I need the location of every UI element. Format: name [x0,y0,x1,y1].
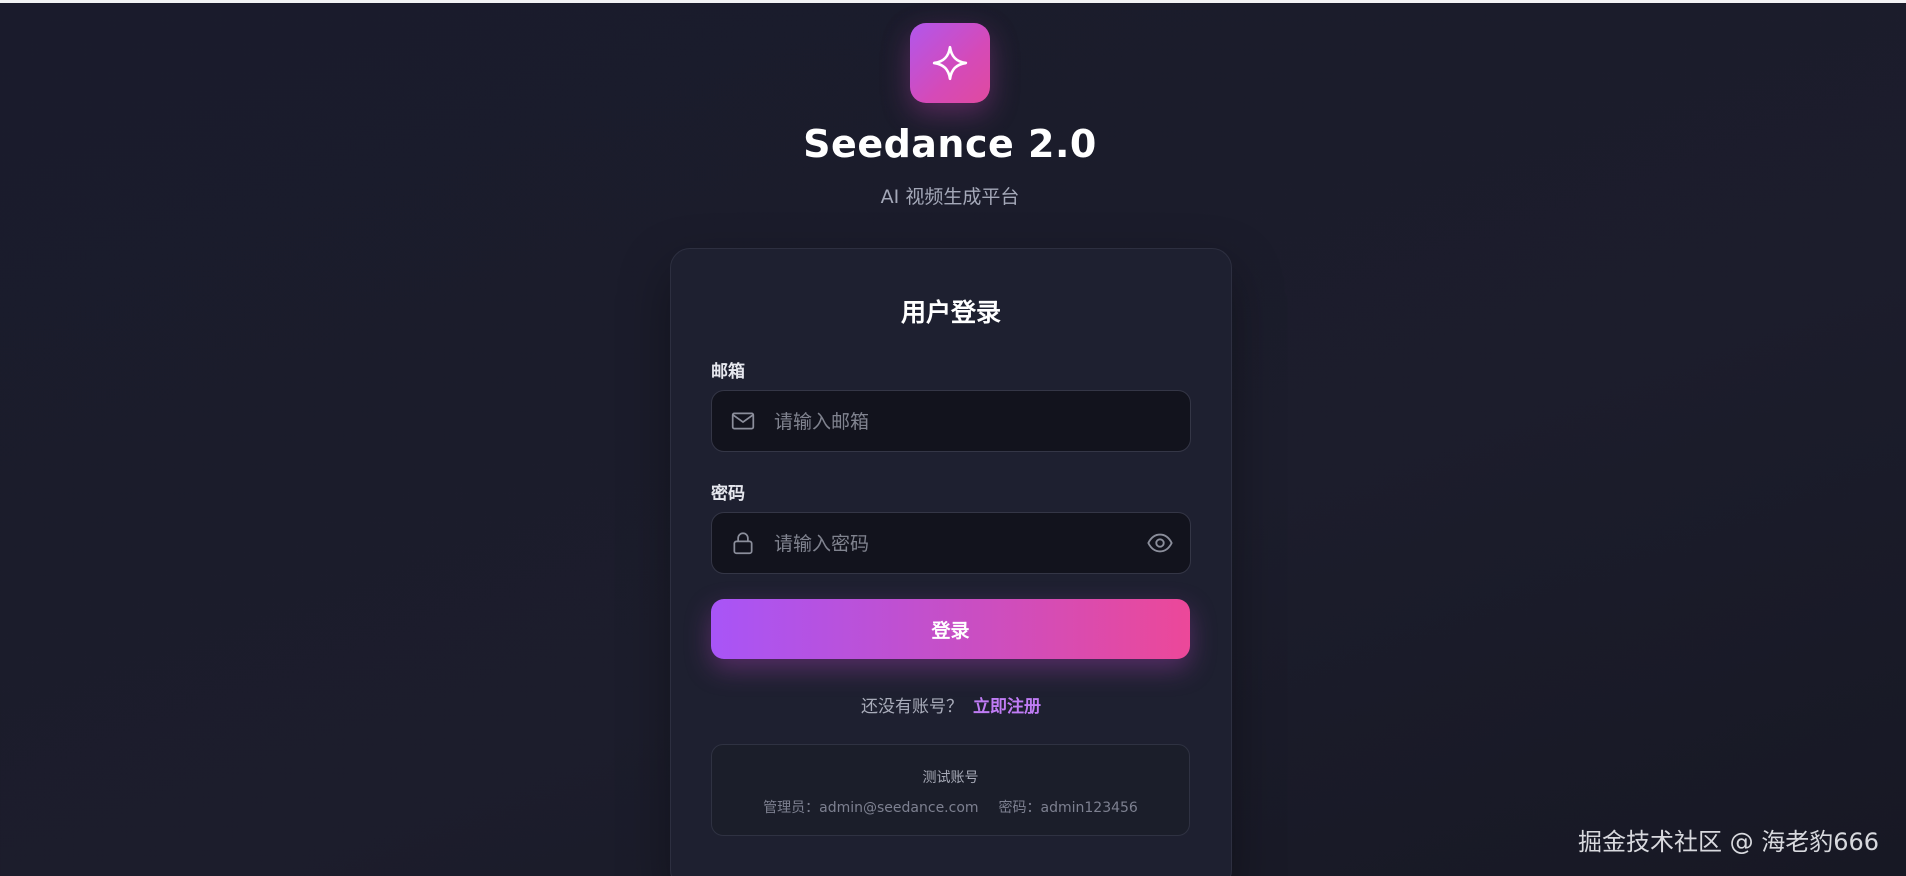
app-title: Seedance 2.0 [803,122,1097,166]
email-field[interactable] [711,390,1191,453]
register-link[interactable]: 立即注册 [973,697,1041,717]
top-edge [0,0,1906,3]
mail-icon [731,412,755,430]
login-card: 用户登录 邮箱 密码 登录 还没有账号？ 立即注册 测试账号 管理员：admin@… [670,248,1232,876]
watermark: 掘金技术社区 @ 海老豹666 [1578,828,1880,856]
app-logo [910,23,990,103]
password-label: 密码 [711,484,745,504]
test-account-admin: 管理员：admin@seedance.com [763,800,979,816]
password-input[interactable] [772,513,1136,575]
sparkle-icon [932,45,968,81]
password-field[interactable] [711,512,1191,575]
eye-icon[interactable] [1146,529,1174,557]
login-button[interactable]: 登录 [711,599,1190,659]
email-label: 邮箱 [711,362,745,382]
register-prompt-line: 还没有账号？ 立即注册 [671,692,1231,717]
lock-icon [733,532,753,555]
test-account-password: 密码：admin123456 [998,800,1138,816]
test-account-info: 管理员：admin@seedance.com 密码：admin123456 [712,797,1189,817]
email-input[interactable] [772,391,1136,453]
test-account-box: 测试账号 管理员：admin@seedance.com 密码：admin12345… [711,744,1190,836]
register-prompt: 还没有账号？ [861,697,963,717]
app-subtitle: AI 视频生成平台 [880,186,1020,208]
test-account-title: 测试账号 [922,770,979,786]
login-title: 用户登录 [900,298,1001,327]
